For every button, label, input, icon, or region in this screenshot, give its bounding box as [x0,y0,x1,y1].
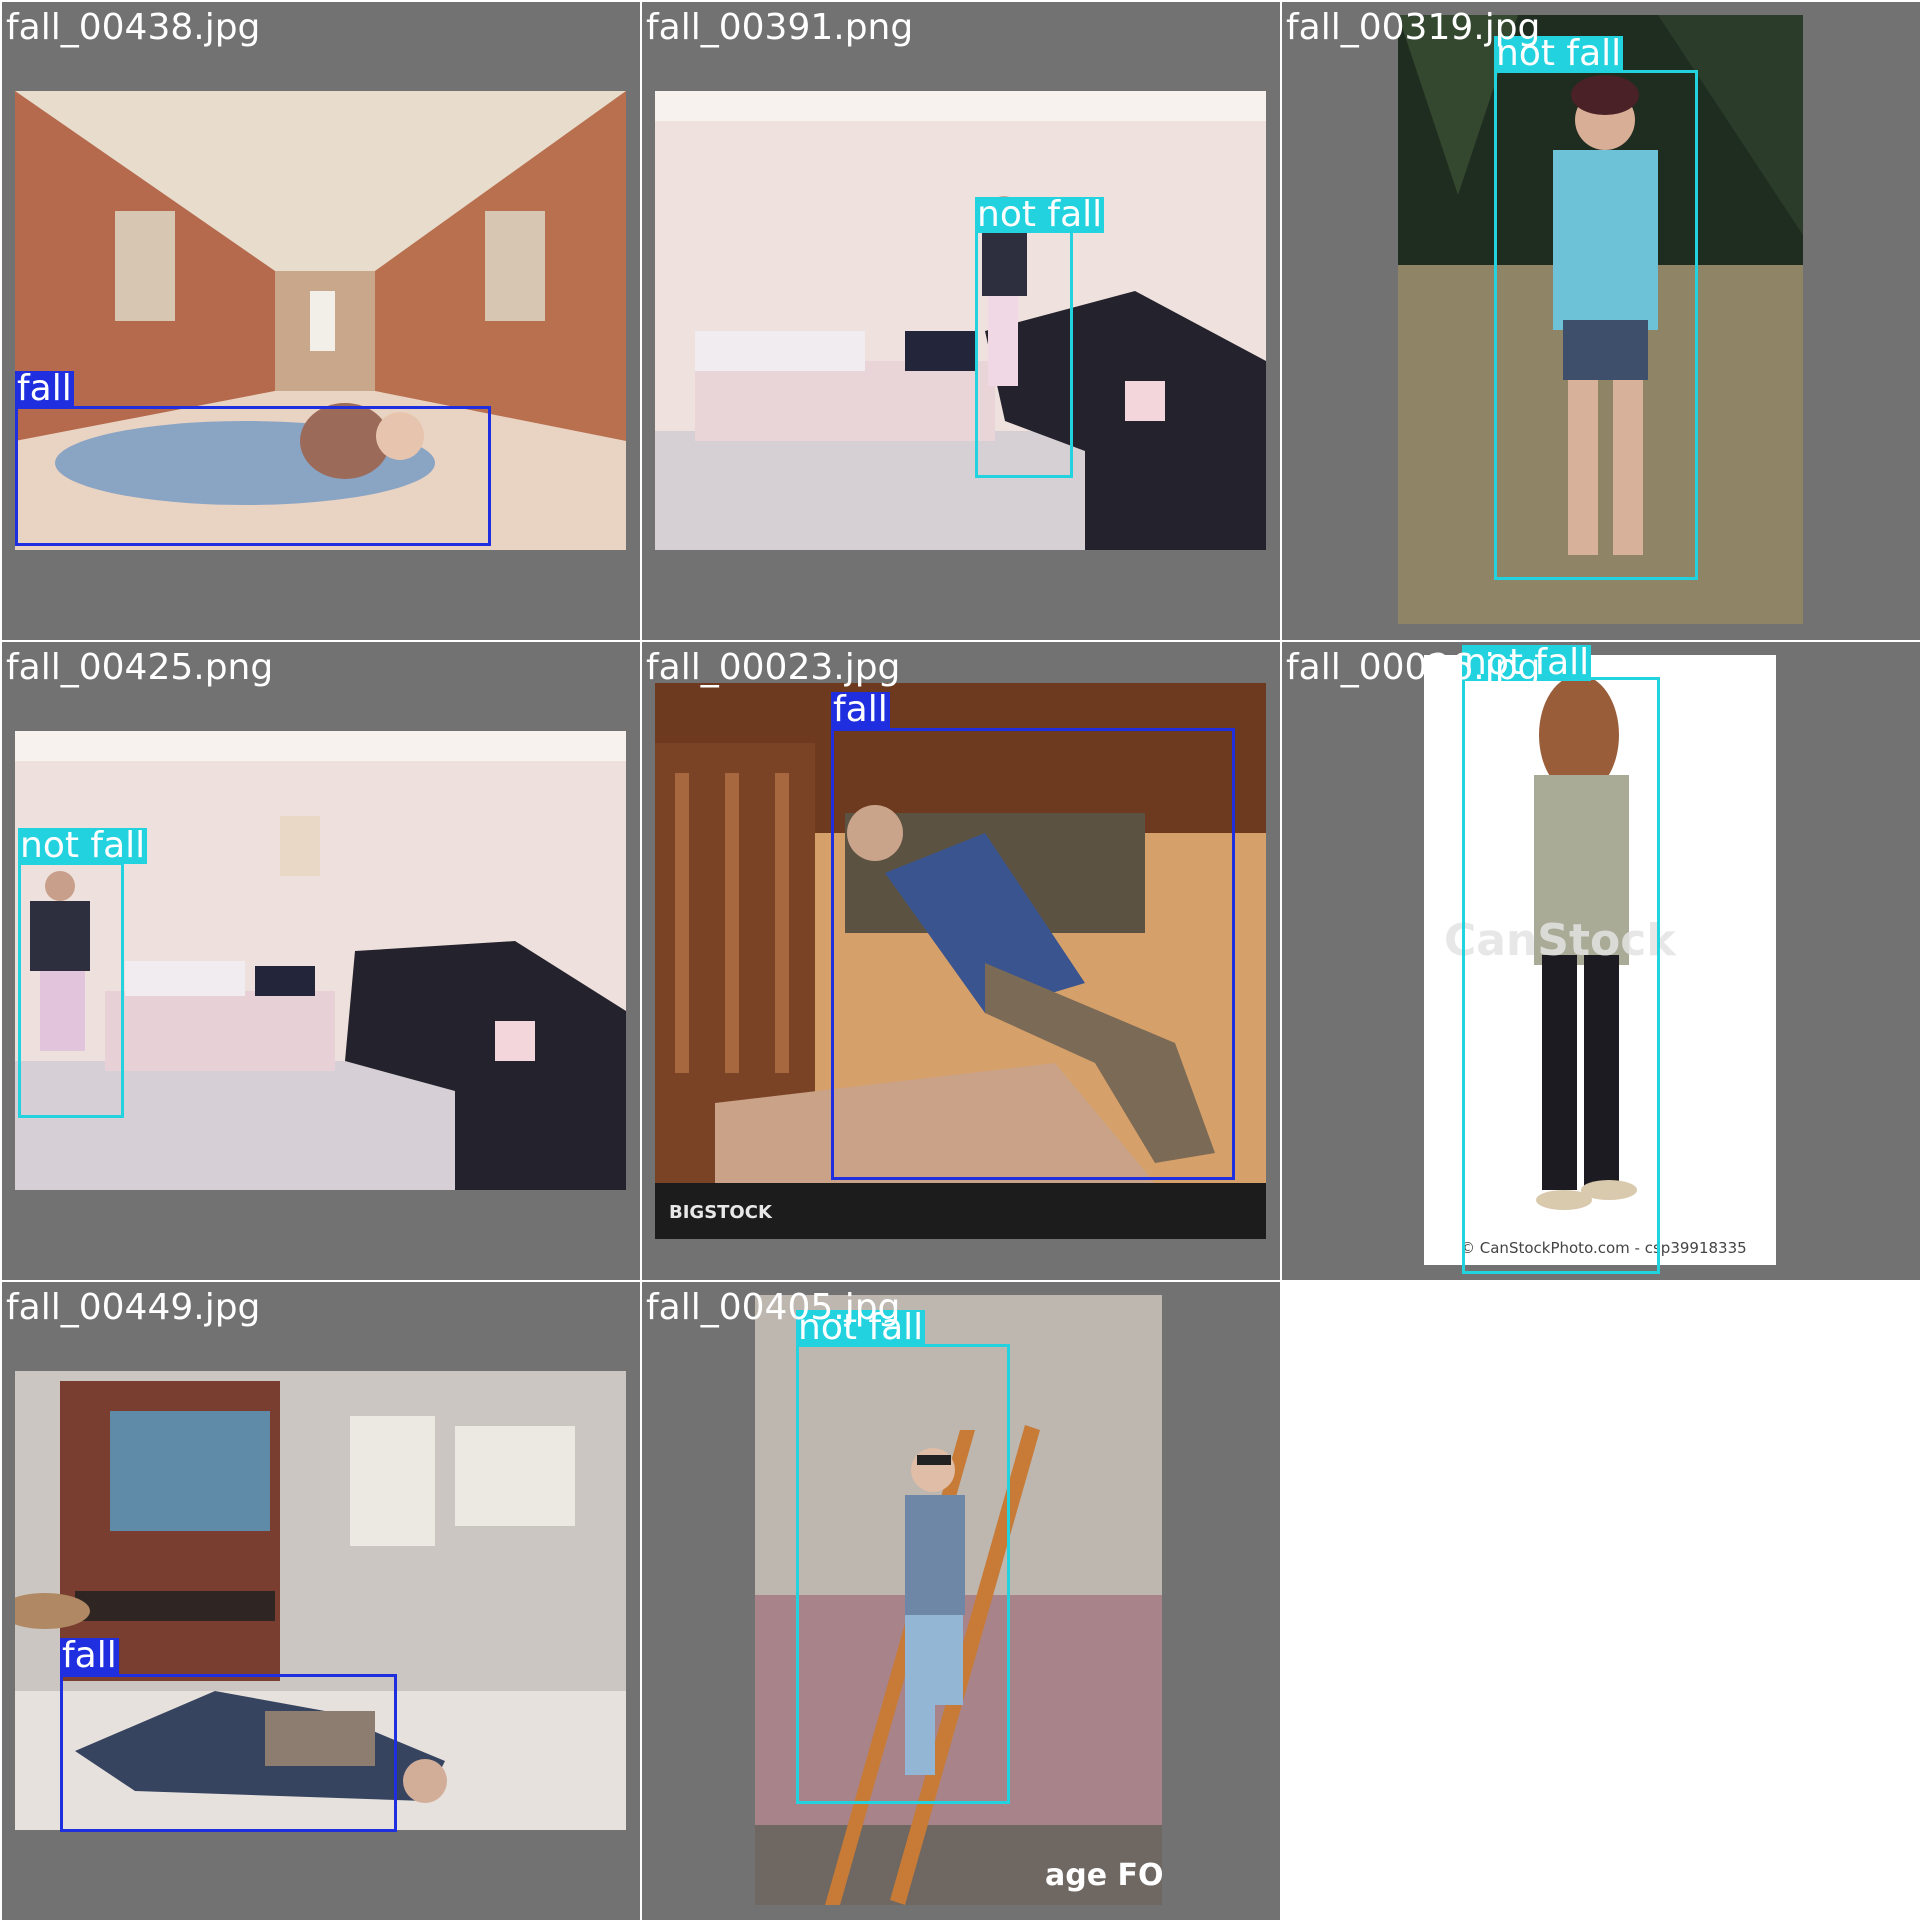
detection-box-fall [60,1674,397,1832]
photo-living-room [655,91,1266,550]
image-tile[interactable]: fall_00449.jpg fall [2,1282,640,1920]
image-filename: fall_00026.jpg [1286,647,1541,688]
image-filename: fall_00438.jpg [6,7,261,48]
detection-label-not-fall: not fall [975,194,1105,235]
image-filename: fall_00023.jpg [646,647,901,688]
detection-box-not-fall [1494,70,1698,580]
detection-label-not-fall: not fall [18,825,148,866]
image-filename: fall_00391.png [646,7,914,48]
image-tile[interactable]: age FOTOSTOCK fall_00405.jpg not fall [642,1282,1280,1920]
detection-box-not-fall [1462,677,1660,1274]
image-tile[interactable]: BIGSTOCK fall_00023.jpg fall [642,642,1280,1280]
detection-box-not-fall [975,200,1073,478]
image-tile[interactable]: fall_00319.jpg not fall [1282,2,1920,640]
image-tile[interactable]: fall_00391.png not fall [642,2,1280,640]
watermark-text: BIGSTOCK [669,1202,773,1223]
detection-box-fall [15,406,491,546]
image-filename: fall_00405.jpg [646,1287,901,1328]
detection-results-grid: fall_00438.jpg fall fall_00391.png not f… [0,0,1920,1920]
image-tile[interactable]: fall_00425.png not fall [2,642,640,1280]
empty-tile [1282,1282,1920,1920]
image-tile[interactable]: CanStock © CanStockPhoto.com - csp399183… [1282,642,1920,1280]
image-filename: fall_00425.png [6,647,274,688]
detection-box-fall [831,728,1235,1180]
detection-label-fall: fall [60,1635,119,1676]
watermark-text: age FOTOSTOCK [1045,1858,1162,1893]
image-filename: fall_00319.jpg [1286,7,1541,48]
image-filename: fall_00449.jpg [6,1287,261,1328]
image-tile[interactable]: fall_00438.jpg fall [2,2,640,640]
detection-box-not-fall [796,1344,1010,1804]
detection-label-fall: fall [15,368,74,409]
detection-label-fall: fall [831,689,890,730]
detection-box-not-fall [18,862,124,1118]
